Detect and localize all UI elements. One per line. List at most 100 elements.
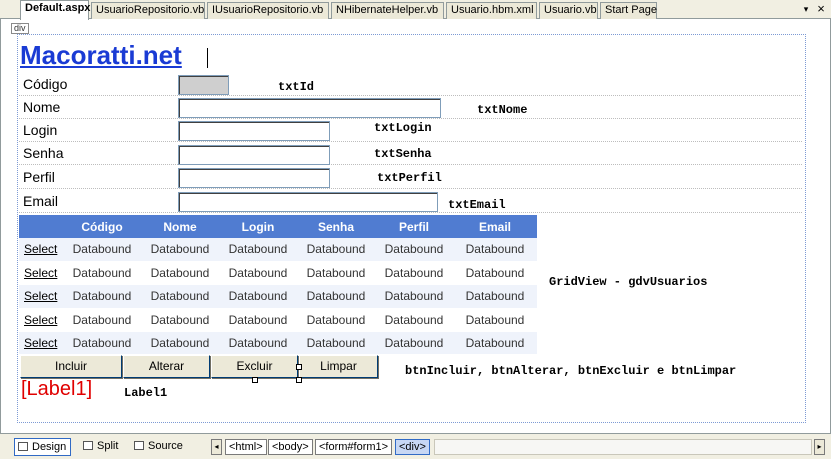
- select-link[interactable]: Select: [19, 284, 63, 309]
- grid-cell: Databound: [453, 331, 537, 356]
- grid-cell: Databound: [141, 261, 219, 286]
- grid-header-cell: Login: [219, 215, 297, 238]
- grid-header-cell: Senha: [297, 215, 375, 238]
- grid-header-row: Código Nome Login Senha Perfil Email: [19, 215, 537, 238]
- resize-handle[interactable]: [252, 377, 258, 383]
- design-view-icon: [18, 442, 28, 451]
- tab-usuario-vb[interactable]: Usuario.vb: [539, 2, 598, 19]
- grid-cell: Databound: [297, 238, 375, 262]
- tab-label: Start Page: [605, 4, 657, 16]
- table-row: Select Databound Databound Databound Dat…: [19, 261, 537, 286]
- grid-cell: Databound: [219, 331, 297, 356]
- grid-cell: Databound: [141, 331, 219, 356]
- select-link[interactable]: Select: [19, 331, 63, 356]
- source-view-button[interactable]: Source: [131, 438, 187, 456]
- table-row: Select Databound Databound Databound Dat…: [19, 284, 537, 309]
- label1-caption: Label1: [124, 386, 168, 400]
- select-link[interactable]: Select: [19, 308, 63, 333]
- tab-start-page[interactable]: Start Page: [600, 2, 657, 19]
- alterar-button[interactable]: Alterar: [123, 355, 210, 378]
- incluir-button[interactable]: Incluir: [20, 355, 122, 378]
- resize-handle[interactable]: [296, 364, 302, 370]
- field-label: Nome: [23, 99, 61, 115]
- view-label: Source: [148, 440, 183, 452]
- grid-cell: Databound: [375, 261, 453, 286]
- txtperfil-textbox[interactable]: [178, 168, 330, 188]
- grid-cell: Databound: [375, 331, 453, 356]
- select-link[interactable]: Select: [19, 238, 63, 262]
- txtnome-textbox[interactable]: [178, 98, 441, 118]
- grid-cell: Databound: [297, 331, 375, 356]
- split-view-icon: [83, 441, 93, 450]
- chevron-right-icon[interactable]: ▸: [814, 439, 825, 455]
- view-label: Design: [32, 441, 67, 453]
- div-tag-label: div: [11, 23, 29, 34]
- grid-cell: Databound: [63, 261, 141, 286]
- gridview-caption: GridView - gdvUsuarios: [549, 275, 708, 289]
- control-id-label: txtEmail: [448, 198, 506, 212]
- table-row: Select Databound Databound Databound Dat…: [19, 238, 537, 262]
- txtid-textbox[interactable]: [178, 75, 229, 95]
- control-id-label: txtPerfil: [377, 171, 442, 185]
- horizontal-scrollbar[interactable]: [434, 439, 812, 455]
- select-link[interactable]: Select: [19, 261, 63, 286]
- txtlogin-textbox[interactable]: [178, 121, 330, 141]
- grid-cell: Databound: [453, 308, 537, 333]
- view-label: Split: [97, 440, 119, 452]
- grid-cell: Databound: [375, 308, 453, 333]
- excluir-button[interactable]: Excluir: [211, 355, 298, 378]
- tab-iusuariorepositorio-vb[interactable]: IUsuarioRepositorio.vb: [207, 2, 329, 19]
- grid-header-cell: Código: [63, 215, 141, 238]
- tab-usuario-hbm-xml[interactable]: Usuario.hbm.xml: [446, 2, 537, 19]
- grid-header-cell: [19, 215, 63, 238]
- limpar-button[interactable]: Limpar: [299, 355, 378, 378]
- grid-header-cell: Nome: [141, 215, 219, 238]
- field-label: Email: [23, 193, 59, 209]
- label1-control[interactable]: [Label1]: [21, 378, 92, 401]
- chevron-down-icon[interactable]: ▾: [800, 3, 812, 15]
- tab-label: UsuarioRepositorio.vb: [96, 4, 205, 16]
- chevron-left-icon[interactable]: ◂: [211, 439, 222, 455]
- grid-cell: Databound: [141, 238, 219, 262]
- grid-cell: Databound: [297, 308, 375, 333]
- tab-default-aspx[interactable]: Default.aspx: [20, 0, 91, 20]
- gridview-gdvusuarios[interactable]: Código Nome Login Senha Perfil Email Sel…: [19, 215, 537, 356]
- grid-cell: Databound: [63, 284, 141, 309]
- design-view-button[interactable]: Design: [14, 438, 72, 456]
- tab-label: Usuario.vb: [544, 4, 597, 16]
- breadcrumb-html[interactable]: <html>: [225, 439, 267, 455]
- grid-cell: Databound: [141, 308, 219, 333]
- close-icon[interactable]: ×: [815, 2, 827, 15]
- control-id-label: txtId: [278, 80, 315, 94]
- resize-handle[interactable]: [296, 377, 302, 383]
- grid-cell: Databound: [375, 238, 453, 262]
- grid-cell: Databound: [219, 238, 297, 262]
- grid-cell: Databound: [297, 284, 375, 309]
- control-id-label: txtLogin: [374, 121, 432, 135]
- tab-label: NHibernateHelper.vb: [336, 4, 439, 16]
- control-id-label: txtSenha: [374, 147, 432, 161]
- buttons-caption: btnIncluir, btnAlterar, btnExcluir e btn…: [405, 364, 737, 378]
- field-label: Perfil: [23, 169, 55, 185]
- grid-header-cell: Perfil: [375, 215, 453, 238]
- grid-cell: Databound: [219, 261, 297, 286]
- tab-nhibernatehelper-vb[interactable]: NHibernateHelper.vb: [331, 2, 444, 19]
- breadcrumb-form[interactable]: <form#form1>: [315, 439, 393, 455]
- brand-title[interactable]: Macoratti.net: [20, 40, 182, 71]
- tab-label: Default.aspx: [25, 2, 91, 14]
- grid-cell: Databound: [453, 238, 537, 262]
- txtsenha-textbox[interactable]: [178, 145, 330, 165]
- table-row: Select Databound Databound Databound Dat…: [19, 331, 537, 356]
- grid-cell: Databound: [453, 261, 537, 286]
- source-view-icon: [134, 441, 144, 450]
- txtemail-textbox[interactable]: [178, 192, 438, 212]
- tab-usuariorepositorio-vb[interactable]: UsuarioRepositorio.vb: [91, 2, 205, 19]
- grid-cell: Databound: [219, 284, 297, 309]
- form-row-codigo: Código: [19, 73, 802, 96]
- grid-cell: Databound: [375, 284, 453, 309]
- grid-cell: Databound: [63, 331, 141, 356]
- breadcrumb-div[interactable]: <div>: [395, 439, 430, 455]
- tab-label: Usuario.hbm.xml: [451, 4, 534, 16]
- split-view-button[interactable]: Split: [80, 438, 122, 456]
- breadcrumb-body[interactable]: <body>: [268, 439, 313, 455]
